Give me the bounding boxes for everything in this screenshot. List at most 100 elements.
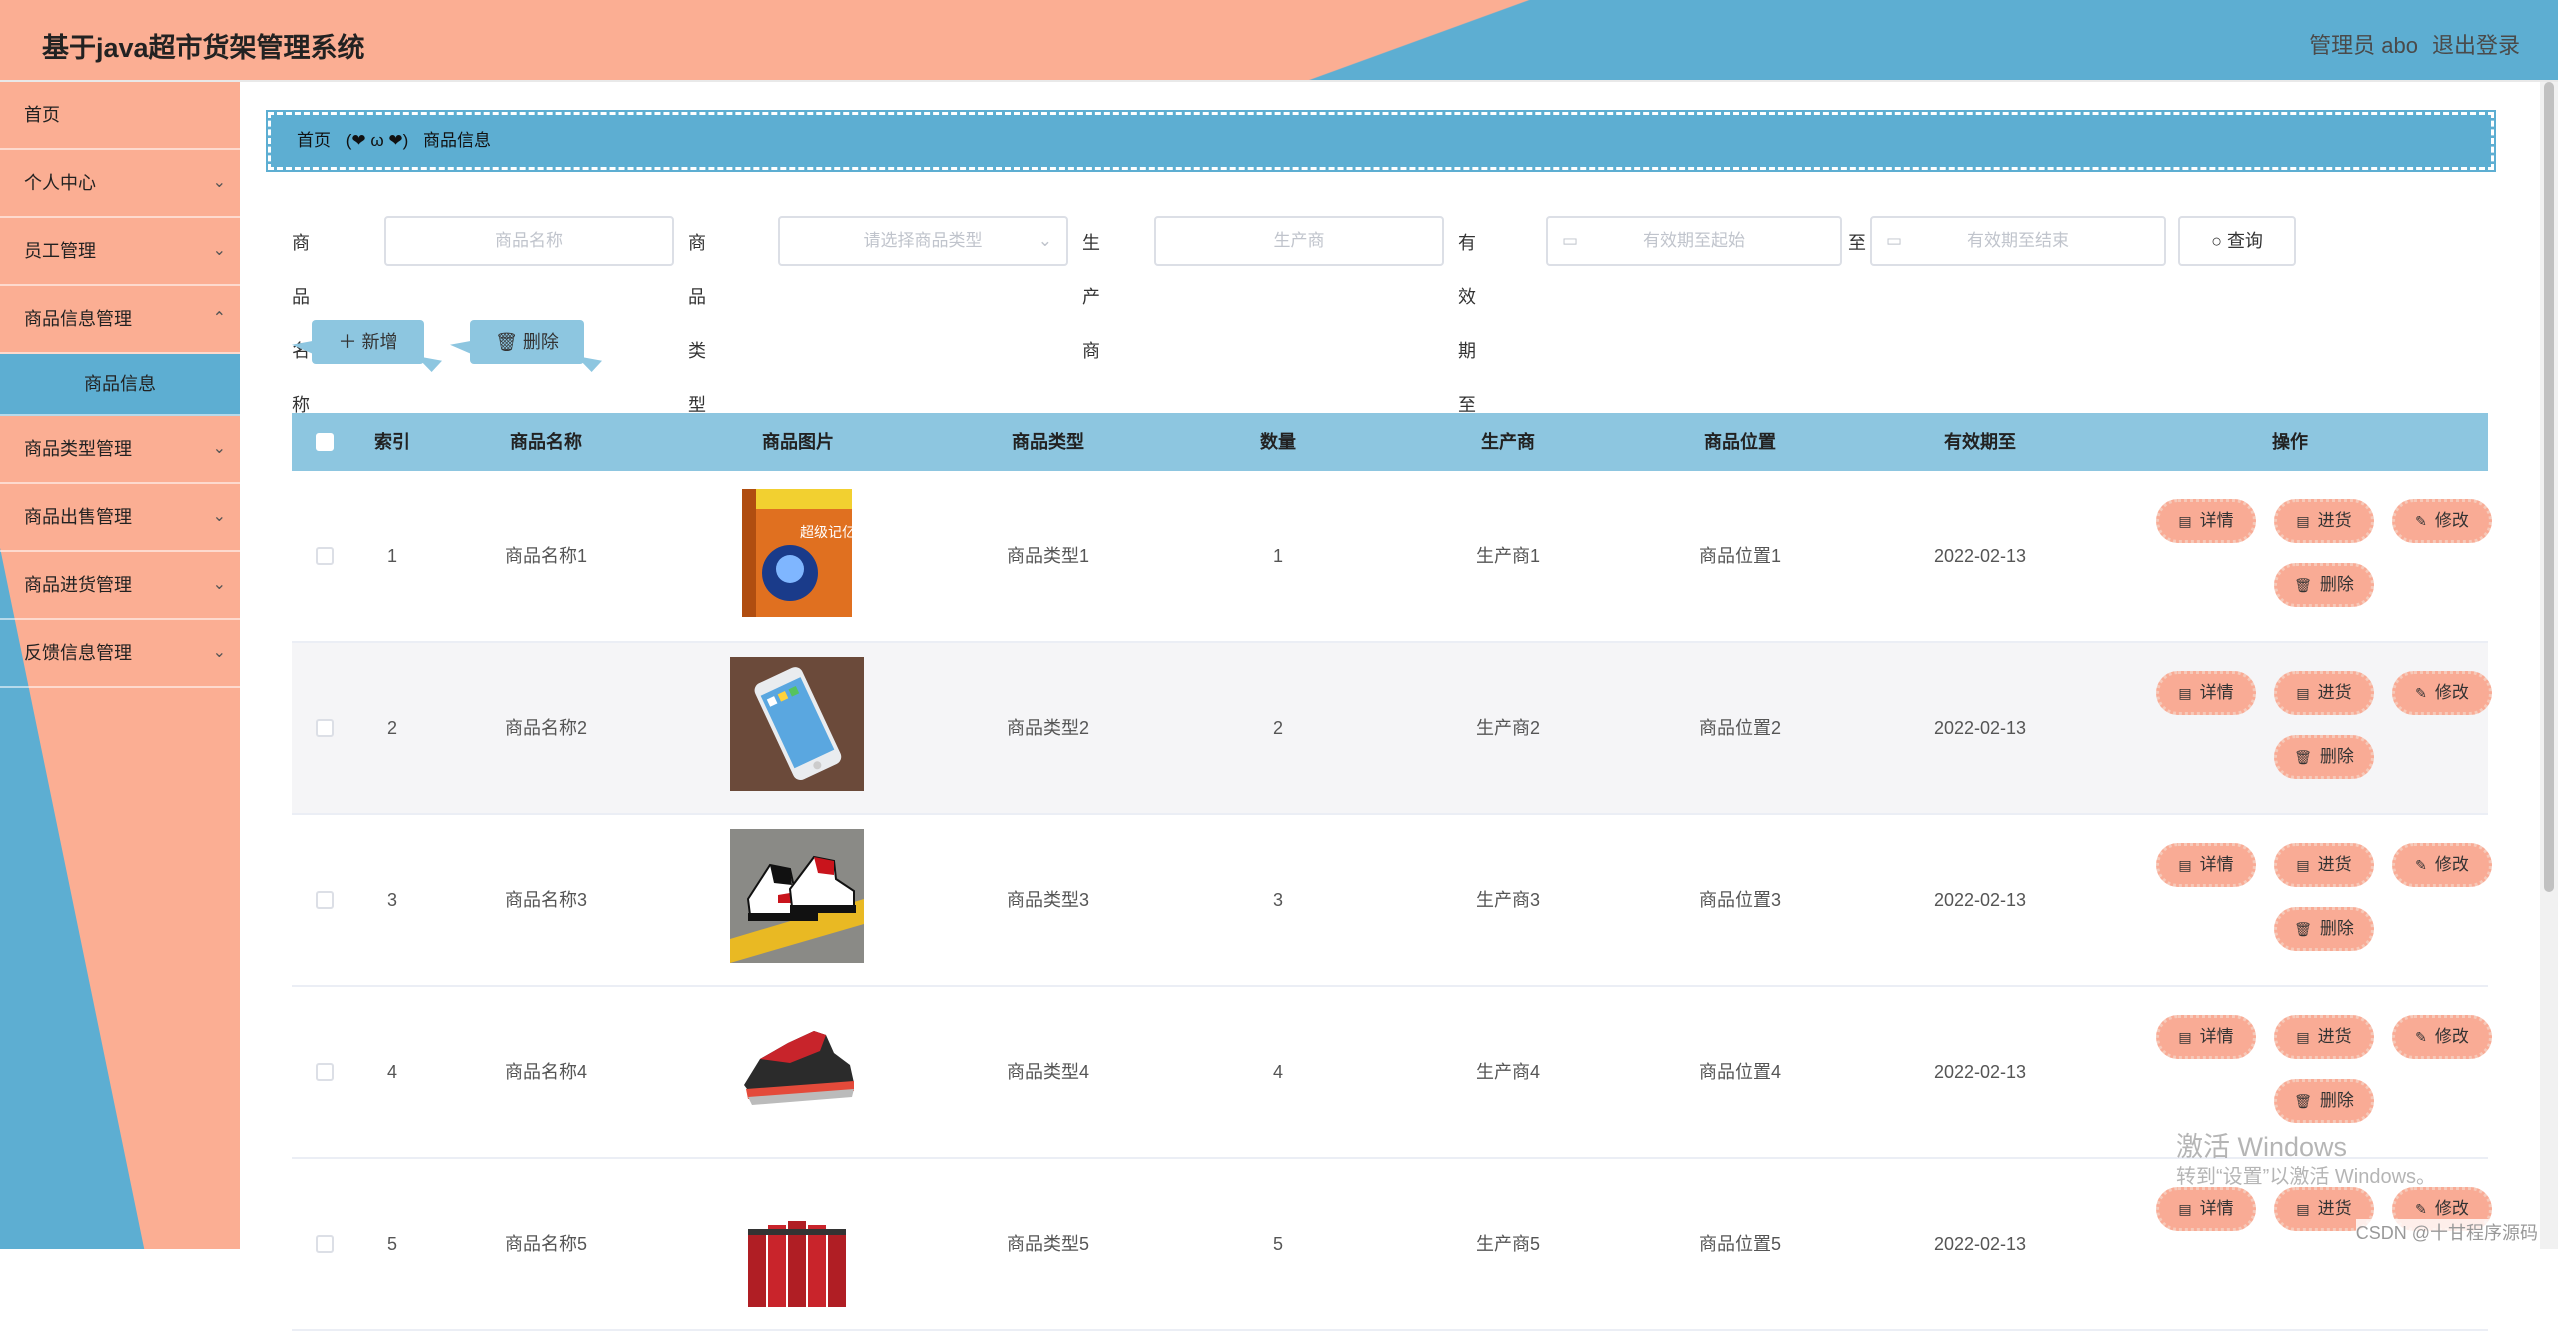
add-button[interactable]: ＋ 新增 — [312, 320, 424, 364]
col-actions: 操作 — [2272, 432, 2308, 452]
edit-label: 修改 — [2434, 683, 2469, 702]
cell-maker: 生产商4 — [1475, 1062, 1540, 1082]
cell-location: 商品位置2 — [1698, 718, 1781, 738]
top-header: 基于java超市货架管理系统 管理员 abo 退出登录 — [0, 0, 2558, 82]
name-search-input[interactable]: 商品名称 — [384, 216, 674, 266]
document-icon: ▤ — [2296, 685, 2310, 701]
delete-button[interactable]: 🗑 删除 — [2274, 735, 2374, 779]
detail-button[interactable]: ▤ 详情 — [2156, 1187, 2256, 1231]
row-checkbox[interactable] — [316, 1063, 334, 1081]
maker-placeholder: 生产商 — [1273, 231, 1325, 250]
expiry-start-picker[interactable]: ▭ 有效期至起始 — [1546, 216, 1842, 266]
edit-button[interactable]: ✎ 修改 — [2392, 1015, 2492, 1059]
detail-button[interactable]: ▤ 详情 — [2156, 1015, 2256, 1059]
csdn-watermark: CSDN @十甘程序源码 — [2355, 1219, 2538, 1245]
expiry-start-placeholder: 有效期至起始 — [1643, 231, 1745, 250]
trash-icon: 🗑 — [2294, 749, 2312, 765]
edit-label: 修改 — [2434, 855, 2469, 874]
stock-button[interactable]: ▤ 进货 — [2274, 1015, 2374, 1059]
detail-button[interactable]: ▤ 详情 — [2156, 671, 2256, 715]
detail-button[interactable]: ▤ 详情 — [2156, 843, 2256, 887]
select-all-checkbox[interactable] — [316, 433, 334, 451]
expiry-end-placeholder: 有效期至结束 — [1967, 231, 2069, 250]
sidebar-item-label: 商品类型管理 — [24, 439, 132, 459]
cell-expiry: 2022-02-13 — [1933, 718, 2027, 738]
sidebar-item-label: 首页 — [24, 105, 60, 125]
table-row: 5 商品名称5 商品类型5 5 生产商5 商品位置5 2022-02-13 ▤ 详… — [292, 1159, 2492, 1331]
cell-expiry: 2022-02-13 — [1933, 546, 2027, 566]
stock-button[interactable]: ▤ 进货 — [2274, 843, 2374, 887]
cell-name: 商品名称1 — [504, 546, 587, 566]
row-checkbox[interactable] — [316, 1235, 334, 1253]
delete-label: 删除 — [2319, 919, 2354, 938]
type-placeholder: 请选择商品类型 — [863, 231, 983, 250]
cell-qty: 4 — [1272, 1062, 1283, 1082]
detail-label: 详情 — [2199, 511, 2234, 530]
product-image-book: 超级记亿术 — [742, 489, 864, 617]
expiry-end-picker[interactable]: ▭ 有效期至结束 — [1870, 216, 2166, 266]
cell-qty: 5 — [1272, 1234, 1283, 1254]
cell-maker: 生产商1 — [1475, 546, 1540, 566]
sidebar-item-label: 商品出售管理 — [24, 507, 132, 527]
product-image-sneakers — [730, 829, 864, 963]
pencil-icon: ✎ — [2415, 685, 2427, 701]
sidebar-item-staff[interactable]: 员工管理 ⌄ — [0, 218, 240, 286]
cell-type: 商品类型3 — [1006, 890, 1089, 910]
chevron-down-icon: ⌄ — [212, 576, 226, 593]
delete-label: 删除 — [2319, 747, 2354, 766]
detail-button[interactable]: ▤ 详情 — [2156, 499, 2256, 543]
cell-qty: 2 — [1272, 718, 1283, 738]
query-button[interactable]: ○ 查询 — [2178, 216, 2296, 266]
type-label: 商品类型 — [688, 233, 706, 415]
row-checkbox[interactable] — [316, 547, 334, 565]
cell-qty: 1 — [1272, 546, 1283, 566]
sidebar-item-product-type[interactable]: 商品类型管理 ⌄ — [0, 416, 240, 484]
page-scrollbar[interactable] — [2540, 82, 2558, 1249]
chevron-down-icon: ⌄ — [212, 508, 226, 525]
maker-search-input[interactable]: 生产商 — [1154, 216, 1444, 266]
pencil-icon: ✎ — [2415, 513, 2427, 529]
plus-icon: ＋ — [338, 332, 362, 352]
row-checkbox[interactable] — [316, 719, 334, 737]
sidebar-item-feedback[interactable]: 反馈信息管理 ⌄ — [0, 620, 240, 688]
cell-type: 商品类型5 — [1006, 1234, 1089, 1254]
cell-maker: 生产商2 — [1475, 718, 1540, 738]
sidebar-item-product-management[interactable]: 商品信息管理 ⌃ — [0, 286, 240, 354]
edit-button[interactable]: ✎ 修改 — [2392, 671, 2492, 715]
chevron-up-icon: ⌃ — [212, 310, 226, 327]
breadcrumb-home[interactable]: 首页 — [297, 131, 331, 150]
sidebar-item-profile[interactable]: 个人中心 ⌄ — [0, 150, 240, 218]
query-label: 查询 — [2226, 231, 2263, 251]
cell-name: 商品名称2 — [504, 718, 587, 738]
logout-link[interactable]: 退出登录 — [2432, 28, 2520, 60]
stock-button[interactable]: ▤ 进货 — [2274, 499, 2374, 543]
sidebar-subitem-product-info[interactable]: 商品信息 — [0, 354, 240, 416]
delete-button[interactable]: 🗑 删除 — [2274, 563, 2374, 607]
col-type: 商品类型 — [1012, 432, 1084, 452]
scrollbar-thumb[interactable] — [2544, 82, 2554, 892]
table-row: 1 商品名称1 超级记亿术 商品类型1 1 生产商1 商品位置1 2022-02… — [292, 471, 2492, 643]
trash-icon: 🗑 — [2294, 921, 2312, 937]
sidebar-item-home[interactable]: 首页 — [0, 82, 240, 150]
sidebar-item-label: 商品信息 — [84, 374, 156, 394]
chevron-down-icon: ⌄ — [212, 644, 226, 661]
edit-button[interactable]: ✎ 修改 — [2392, 499, 2492, 543]
cell-maker: 生产商5 — [1475, 1234, 1540, 1254]
type-select[interactable]: 请选择商品类型 ⌄ — [778, 216, 1068, 266]
sidebar-item-purchase[interactable]: 商品进货管理 ⌄ — [0, 552, 240, 620]
stock-button[interactable]: ▤ 进货 — [2274, 671, 2374, 715]
sidebar-item-label: 个人中心 — [24, 173, 96, 193]
delete-label: 删除 — [2319, 1091, 2354, 1110]
cell-index: 5 — [386, 1234, 397, 1254]
row-checkbox[interactable] — [316, 891, 334, 909]
stock-label: 进货 — [2317, 683, 2352, 702]
col-index: 索引 — [374, 432, 410, 452]
calendar-icon: ▭ — [1562, 231, 1579, 250]
sidebar-item-label: 员工管理 — [24, 241, 96, 261]
edit-button[interactable]: ✎ 修改 — [2392, 843, 2492, 887]
delete-button[interactable]: 🗑 删除 — [2274, 907, 2374, 951]
batch-delete-button[interactable]: 🗑 删除 — [470, 320, 584, 364]
windows-activation-hint: 转到“设置”以激活 Windows。 — [2176, 1166, 2437, 1188]
delete-button[interactable]: 🗑 删除 — [2274, 1079, 2374, 1123]
sidebar-item-sales[interactable]: 商品出售管理 ⌄ — [0, 484, 240, 552]
